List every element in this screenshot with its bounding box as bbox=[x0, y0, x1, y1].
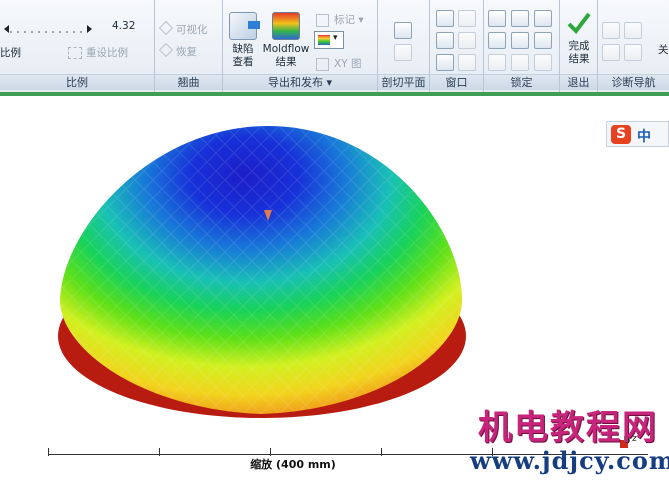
ime-language-label: 中 bbox=[637, 129, 651, 145]
diamond-icon bbox=[158, 20, 174, 36]
group-scale: 4.32 比例 重设比例 比例 bbox=[0, 0, 155, 92]
watermark-title: 机电教程网 bbox=[478, 408, 658, 448]
close-diagnostic-label[interactable]: 关 bbox=[658, 42, 669, 57]
mark-icon bbox=[316, 13, 329, 27]
lock-all-icon[interactable] bbox=[534, 32, 552, 49]
tile-icon[interactable] bbox=[458, 32, 476, 49]
group-window: 窗口 bbox=[430, 0, 484, 92]
scale-label: 缩放 (400 mm) bbox=[250, 458, 336, 471]
scale-tick bbox=[270, 448, 271, 456]
diamond-icon bbox=[158, 42, 174, 58]
group-label-cut-plane: 剖切平面 bbox=[378, 74, 429, 90]
unlock-plot-icon[interactable] bbox=[534, 54, 552, 71]
finish-results-button[interactable]: 完成 结果 bbox=[563, 10, 595, 66]
lock-view-icon[interactable] bbox=[488, 10, 506, 27]
ime-toolbar[interactable]: S 中 bbox=[606, 121, 669, 147]
color-scale-icon bbox=[318, 35, 330, 45]
ribbon: 4.32 比例 重设比例 比例 可视化 恢复 翘曲 缺陷 查看 Moldflow… bbox=[0, 0, 669, 93]
lock-scale-icon[interactable] bbox=[511, 32, 529, 49]
previous-icon[interactable] bbox=[602, 44, 620, 61]
scale-tick bbox=[48, 448, 49, 456]
next-icon[interactable] bbox=[624, 44, 642, 61]
moldflow-results-button[interactable]: Moldflow 结果 bbox=[261, 12, 311, 69]
chevron-down-icon: ▾ bbox=[322, 76, 333, 89]
checkmark-icon bbox=[567, 12, 591, 35]
reset-ratio-button[interactable]: 重设比例 bbox=[68, 45, 128, 60]
scale-value: 4.32 bbox=[112, 20, 136, 32]
cut-plane-edit-icon[interactable] bbox=[394, 44, 412, 61]
lock-plot-icon[interactable] bbox=[534, 10, 552, 27]
cut-plane-icon[interactable] bbox=[394, 22, 412, 39]
group-diagnostic-nav: 关 诊断导航 bbox=[598, 0, 669, 92]
defect-export-icon bbox=[229, 12, 260, 40]
defect-view-button[interactable]: 缺陷 查看 bbox=[227, 12, 260, 69]
chevron-down-icon: ▾ bbox=[355, 14, 364, 26]
split-vertical-icon[interactable] bbox=[436, 32, 454, 49]
group-label-exit: 退出 bbox=[560, 74, 597, 90]
split-horizontal-icon[interactable] bbox=[436, 10, 454, 27]
lock-animation-icon[interactable] bbox=[488, 32, 506, 49]
ratio-label: 比例 bbox=[0, 47, 21, 59]
watermark-url: www.jdjcy.com bbox=[470, 446, 669, 475]
sogou-icon: S bbox=[611, 125, 631, 144]
group-label-window: 窗口 bbox=[430, 74, 483, 90]
unlock-view-icon[interactable] bbox=[488, 54, 506, 71]
split-quad-icon[interactable] bbox=[458, 10, 476, 27]
scale-tick bbox=[381, 448, 382, 456]
scale-slider[interactable] bbox=[2, 22, 94, 36]
slider-track-icon bbox=[4, 25, 92, 33]
xy-chart-icon bbox=[316, 57, 329, 71]
last-icon[interactable] bbox=[624, 22, 642, 39]
chevron-down-icon: ▾ bbox=[333, 33, 338, 43]
group-label-curve: 翘曲 bbox=[155, 74, 222, 90]
group-lock: 锁定 bbox=[484, 0, 560, 92]
scale-tick bbox=[159, 448, 160, 456]
first-icon[interactable] bbox=[602, 22, 620, 39]
group-label-lock: 锁定 bbox=[484, 74, 559, 90]
group-label-export[interactable]: 导出和发布 ▾ bbox=[223, 74, 377, 90]
group-label-diagnostic: 诊断导航 bbox=[598, 74, 669, 90]
reset-ratio-icon bbox=[68, 47, 82, 59]
mark-button[interactable]: 标记 ▾ bbox=[316, 12, 364, 27]
group-cut-plane: 剖切平面 bbox=[378, 0, 430, 92]
sync-icon[interactable] bbox=[436, 54, 454, 71]
window-icon[interactable] bbox=[458, 54, 476, 71]
lock-color-icon[interactable] bbox=[511, 10, 529, 27]
group-label-scale: 比例 bbox=[0, 74, 154, 90]
group-export: 缺陷 查看 Moldflow 结果 标记 ▾ ▾ XY 图 导出和发布 ▾ bbox=[223, 0, 378, 92]
group-curve: 可视化 恢复 翘曲 bbox=[155, 0, 223, 92]
group-exit: 完成 结果 退出 bbox=[560, 0, 598, 92]
moldflow-icon bbox=[272, 12, 300, 40]
restore-button[interactable]: 恢复 bbox=[158, 42, 197, 59]
color-scale-dropdown[interactable]: ▾ bbox=[314, 31, 344, 49]
xy-chart-button[interactable]: XY 图 bbox=[316, 56, 361, 71]
visualize-button[interactable]: 可视化 bbox=[158, 20, 208, 37]
unlock-color-icon[interactable] bbox=[511, 54, 529, 71]
